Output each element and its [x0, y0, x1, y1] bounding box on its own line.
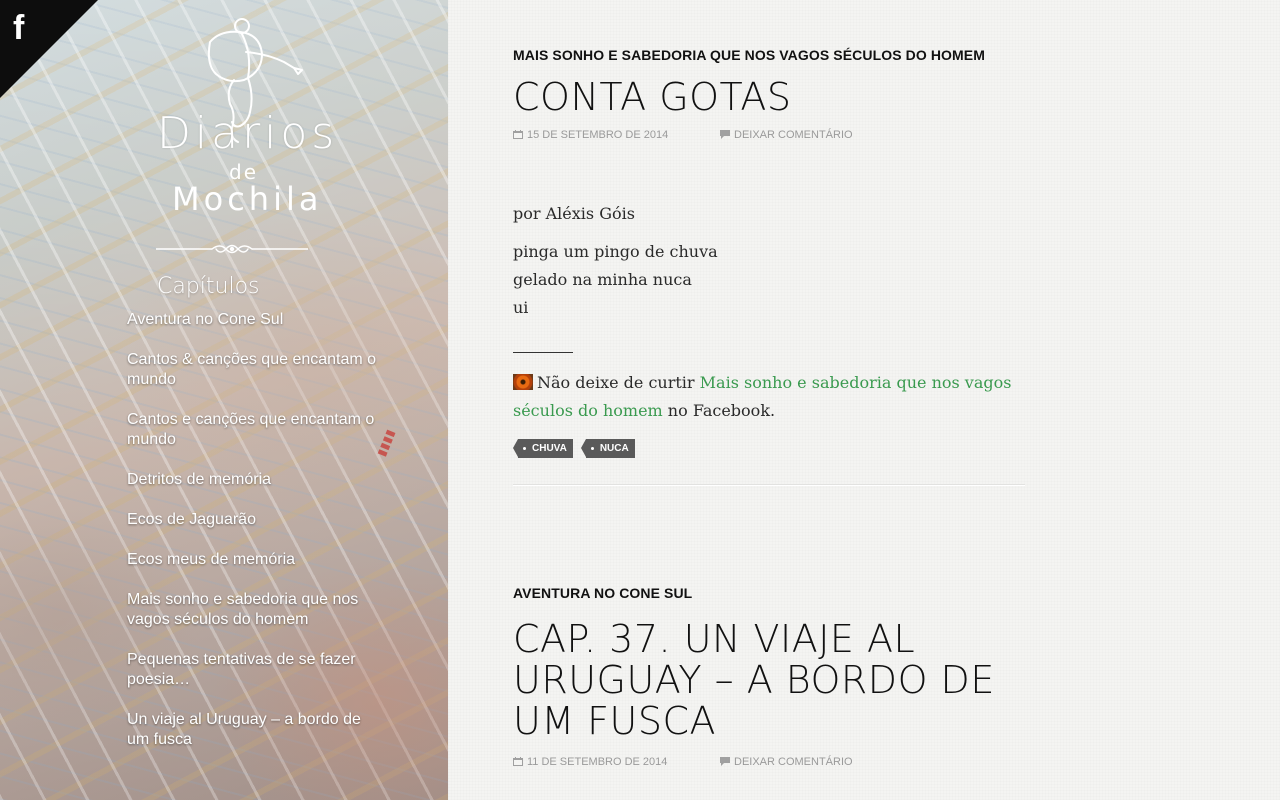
- post-category-link[interactable]: Aventura no Cone Sul: [513, 585, 692, 601]
- chapter-link[interactable]: Detritos de memória: [127, 470, 387, 490]
- post-title-link[interactable]: Conta Gotas: [513, 75, 791, 119]
- post: Aventura no Cone Sul Cap. 37. Un viaje a…: [513, 585, 1033, 772]
- chapter-link[interactable]: Aventura no Cone Sul: [127, 310, 387, 330]
- sidebar: ▮▮▮▮ f Diarios de Mochila Capítulos Aven…: [0, 0, 448, 800]
- post-meta: 15 de setembro de 2014 Deixar comentário: [513, 129, 1033, 145]
- chapter-list: Aventura no Cone Sul Cantos & canções qu…: [127, 310, 387, 770]
- post-tags: chuva nuca: [513, 439, 1033, 458]
- chapter-link[interactable]: Cantos e canções que encantam o mundo: [127, 410, 387, 450]
- facebook-promo: Não deixe de curtir Mais sonho e sabedor…: [513, 369, 1033, 425]
- chapters-title: Capítulos: [157, 274, 260, 299]
- ornament-divider: [156, 244, 308, 254]
- chapter-link[interactable]: Ecos de Jaguarão: [127, 510, 387, 530]
- leave-comment-link[interactable]: Deixar comentário: [720, 129, 853, 141]
- tag-chuva[interactable]: chuva: [513, 439, 573, 458]
- facebook-promo-prefix: Não deixe de curtir: [537, 373, 695, 392]
- chapter-link[interactable]: Mais sonho e sabedoria que nos vagos séc…: [127, 590, 387, 630]
- facebook-promo-suffix: no Facebook.: [667, 401, 776, 420]
- post-meta: 11 de setembro de 2014 Deixar comentário: [513, 756, 1033, 772]
- tag-nuca[interactable]: nuca: [580, 439, 635, 458]
- post-divider: [513, 484, 1025, 485]
- comment-icon: [720, 130, 730, 139]
- leave-comment-link[interactable]: Deixar comentário: [720, 756, 853, 768]
- comment-icon: [720, 757, 730, 766]
- chapter-link[interactable]: Cantos & canções que encantam o mundo: [127, 350, 387, 390]
- post-date-text: 15 de setembro de 2014: [527, 129, 669, 141]
- logo-text-diarios: Diarios: [157, 108, 339, 159]
- post: Mais sonho e sabedoria que nos vagos séc…: [513, 47, 1033, 458]
- post-author: por Aléxis Góis: [513, 204, 635, 223]
- post-body: por Aléxis Góis pinga um pingo de chuva …: [513, 200, 1033, 425]
- leave-comment-text: Deixar comentário: [734, 129, 853, 141]
- post-title-link[interactable]: Cap. 37. Un viaje al Uruguay – a bordo d…: [513, 617, 995, 743]
- post-category-link[interactable]: Mais sonho e sabedoria que nos vagos séc…: [513, 47, 985, 63]
- poem-line: ui: [513, 298, 529, 317]
- poem-line: gelado na minha nuca: [513, 270, 692, 289]
- post-date-text: 11 de setembro de 2014: [527, 756, 668, 768]
- post-title: Conta Gotas: [513, 77, 1033, 118]
- chapter-link[interactable]: Un viaje al Uruguay – a bordo de um fusc…: [127, 710, 387, 750]
- leave-comment-text: Deixar comentário: [734, 756, 853, 768]
- main-content: Mais sonho e sabedoria que nos vagos séc…: [448, 0, 1280, 800]
- chapter-link[interactable]: Pequenas tentativas de se fazer poesia…: [127, 650, 387, 690]
- calendar-icon: [513, 130, 523, 139]
- calendar-icon: [513, 757, 523, 766]
- chapter-link[interactable]: Ecos meus de memória: [127, 550, 387, 570]
- flower-icon: [513, 374, 533, 390]
- poem-line: pinga um pingo de chuva: [513, 242, 718, 261]
- post-date[interactable]: 11 de setembro de 2014: [513, 756, 667, 768]
- post-title: Cap. 37. Un viaje al Uruguay – a bordo d…: [513, 619, 1033, 742]
- facebook-icon[interactable]: f: [13, 8, 24, 48]
- logo-text-mochila: Mochila: [172, 180, 323, 218]
- post-date[interactable]: 15 de setembro de 2014: [513, 129, 668, 141]
- separator-line: [513, 352, 573, 353]
